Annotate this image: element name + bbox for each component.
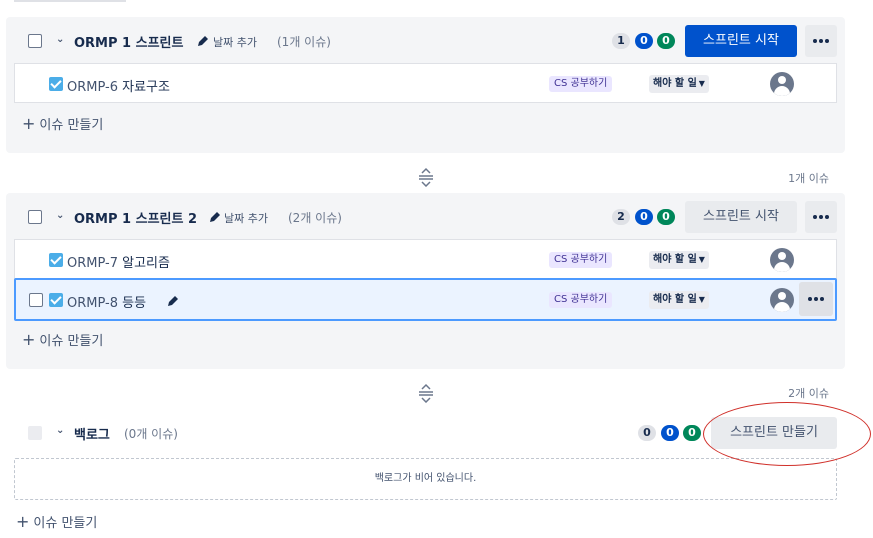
todo-count-badge: 2 <box>612 209 630 225</box>
avatar-icon[interactable] <box>770 288 794 312</box>
sprint-select-checkbox[interactable] <box>28 210 42 224</box>
in-progress-count-badge: 0 <box>661 425 679 441</box>
issue-select-checkbox[interactable] <box>29 293 43 307</box>
more-icon <box>808 297 812 301</box>
done-count-badge: 0 <box>657 209 675 225</box>
chevron-down-icon[interactable]: ⌄ <box>56 425 64 436</box>
create-issue-button[interactable]: + 이슈 만들기 <box>22 114 103 133</box>
chevron-down-icon: ▼ <box>698 255 705 264</box>
issue-key[interactable]: ORMP-8 등등 <box>67 292 146 311</box>
drag-handle-icon[interactable] <box>418 167 434 187</box>
status-dropdown[interactable]: 해야 할 일 ▼ <box>649 291 709 309</box>
sprint-issue-count: (2개 이슈) <box>288 211 342 225</box>
issue-key[interactable]: ORMP-7 알고리즘 <box>67 252 170 271</box>
issue-row-ormp-8[interactable]: ORMP-8 등등 CS 공부하기 해야 할 일 ▼ <box>14 278 837 321</box>
start-sprint-button[interactable]: 스프린트 시작 <box>685 201 797 233</box>
sprint-ormp-1: ⌄ ORMP 1 스프린트 날짜 추가 (1개 이슈) 1 0 0 스프린트 시… <box>6 17 845 153</box>
epic-label[interactable]: CS 공부하기 <box>549 292 613 308</box>
date-add-link[interactable]: 날짜 추가 <box>213 34 257 50</box>
issue-title: 자료구조 <box>122 80 170 95</box>
chevron-down-icon[interactable]: ⌄ <box>56 210 64 221</box>
checkbox-story-icon <box>49 77 63 91</box>
sprint-select-checkbox[interactable] <box>28 34 42 48</box>
more-icon <box>813 215 817 219</box>
issue-more-button[interactable] <box>799 282 833 316</box>
status-dropdown[interactable]: 해야 할 일 ▼ <box>649 251 709 269</box>
issue-title: 등등 <box>122 296 147 311</box>
top-divider <box>14 0 126 2</box>
sprint-ormp-1-2: ⌄ ORMP 1 스프린트 2 날짜 추가 (2개 이슈) 2 0 0 스프린트… <box>6 193 845 369</box>
todo-count-badge: 1 <box>612 33 630 49</box>
chevron-down-icon: ▼ <box>698 295 705 304</box>
between-issue-count: 2개 이슈 <box>788 387 829 400</box>
avatar-icon[interactable] <box>770 248 794 272</box>
date-add-link[interactable]: 날짜 추가 <box>224 210 268 226</box>
chevron-down-icon: ▼ <box>698 79 705 88</box>
sprint-more-button[interactable] <box>805 201 837 233</box>
backlog-name: 백로그 <box>74 428 110 443</box>
drag-handle-icon[interactable] <box>418 383 434 403</box>
done-count-badge: 0 <box>683 425 701 441</box>
sprint-header: ⌄ ORMP 1 스프린트 날짜 추가 (1개 이슈) 1 0 0 스프린트 시… <box>6 17 845 63</box>
more-icon <box>813 39 817 43</box>
plus-icon: + <box>22 114 36 133</box>
between-issue-count: 1개 이슈 <box>788 172 829 185</box>
issue-row-ormp-7[interactable]: ORMP-7 알고리즘 CS 공부하기 해야 할 일 ▼ <box>14 239 837 279</box>
backlog-select-checkbox <box>28 426 42 440</box>
in-progress-count-badge: 0 <box>635 33 653 49</box>
pencil-icon[interactable] <box>166 294 180 308</box>
issue-row-ormp-6[interactable]: ORMP-6 자료구조 CS 공부하기 해야 할 일 ▼ <box>14 63 837 103</box>
plus-icon: + <box>22 330 36 349</box>
annotation-circle <box>703 402 871 466</box>
in-progress-count-badge: 0 <box>635 209 653 225</box>
checkbox-story-icon <box>49 293 63 307</box>
status-dropdown[interactable]: 해야 할 일 ▼ <box>649 75 709 93</box>
backlog-issue-count: (0개 이슈) <box>124 427 178 441</box>
epic-label[interactable]: CS 공부하기 <box>549 252 613 268</box>
sprint-name: ORMP 1 스프린트 2 <box>74 212 198 227</box>
sprint-issue-count: (1개 이슈) <box>277 35 331 49</box>
sprint-name: ORMP 1 스프린트 <box>74 36 184 51</box>
plus-icon: + <box>16 512 30 531</box>
todo-count-badge: 0 <box>638 425 656 441</box>
issue-key[interactable]: ORMP-6 자료구조 <box>67 76 170 95</box>
epic-label[interactable]: CS 공부하기 <box>549 76 613 92</box>
create-issue-button[interactable]: + 이슈 만들기 <box>16 512 97 531</box>
checkbox-story-icon <box>49 253 63 267</box>
pencil-icon[interactable] <box>208 210 222 224</box>
sprint-more-button[interactable] <box>805 25 837 57</box>
issue-title: 알고리즘 <box>122 256 170 271</box>
pencil-icon[interactable] <box>196 34 210 48</box>
start-sprint-button[interactable]: 스프린트 시작 <box>685 25 797 57</box>
done-count-badge: 0 <box>657 33 675 49</box>
chevron-down-icon[interactable]: ⌄ <box>56 34 64 45</box>
create-issue-button[interactable]: + 이슈 만들기 <box>22 330 103 349</box>
sprint-header: ⌄ ORMP 1 스프린트 2 날짜 추가 (2개 이슈) 2 0 0 스프린트… <box>6 193 845 239</box>
backlog-empty-message: 백로그가 비어 있습니다. <box>14 458 837 500</box>
avatar-icon[interactable] <box>770 72 794 96</box>
